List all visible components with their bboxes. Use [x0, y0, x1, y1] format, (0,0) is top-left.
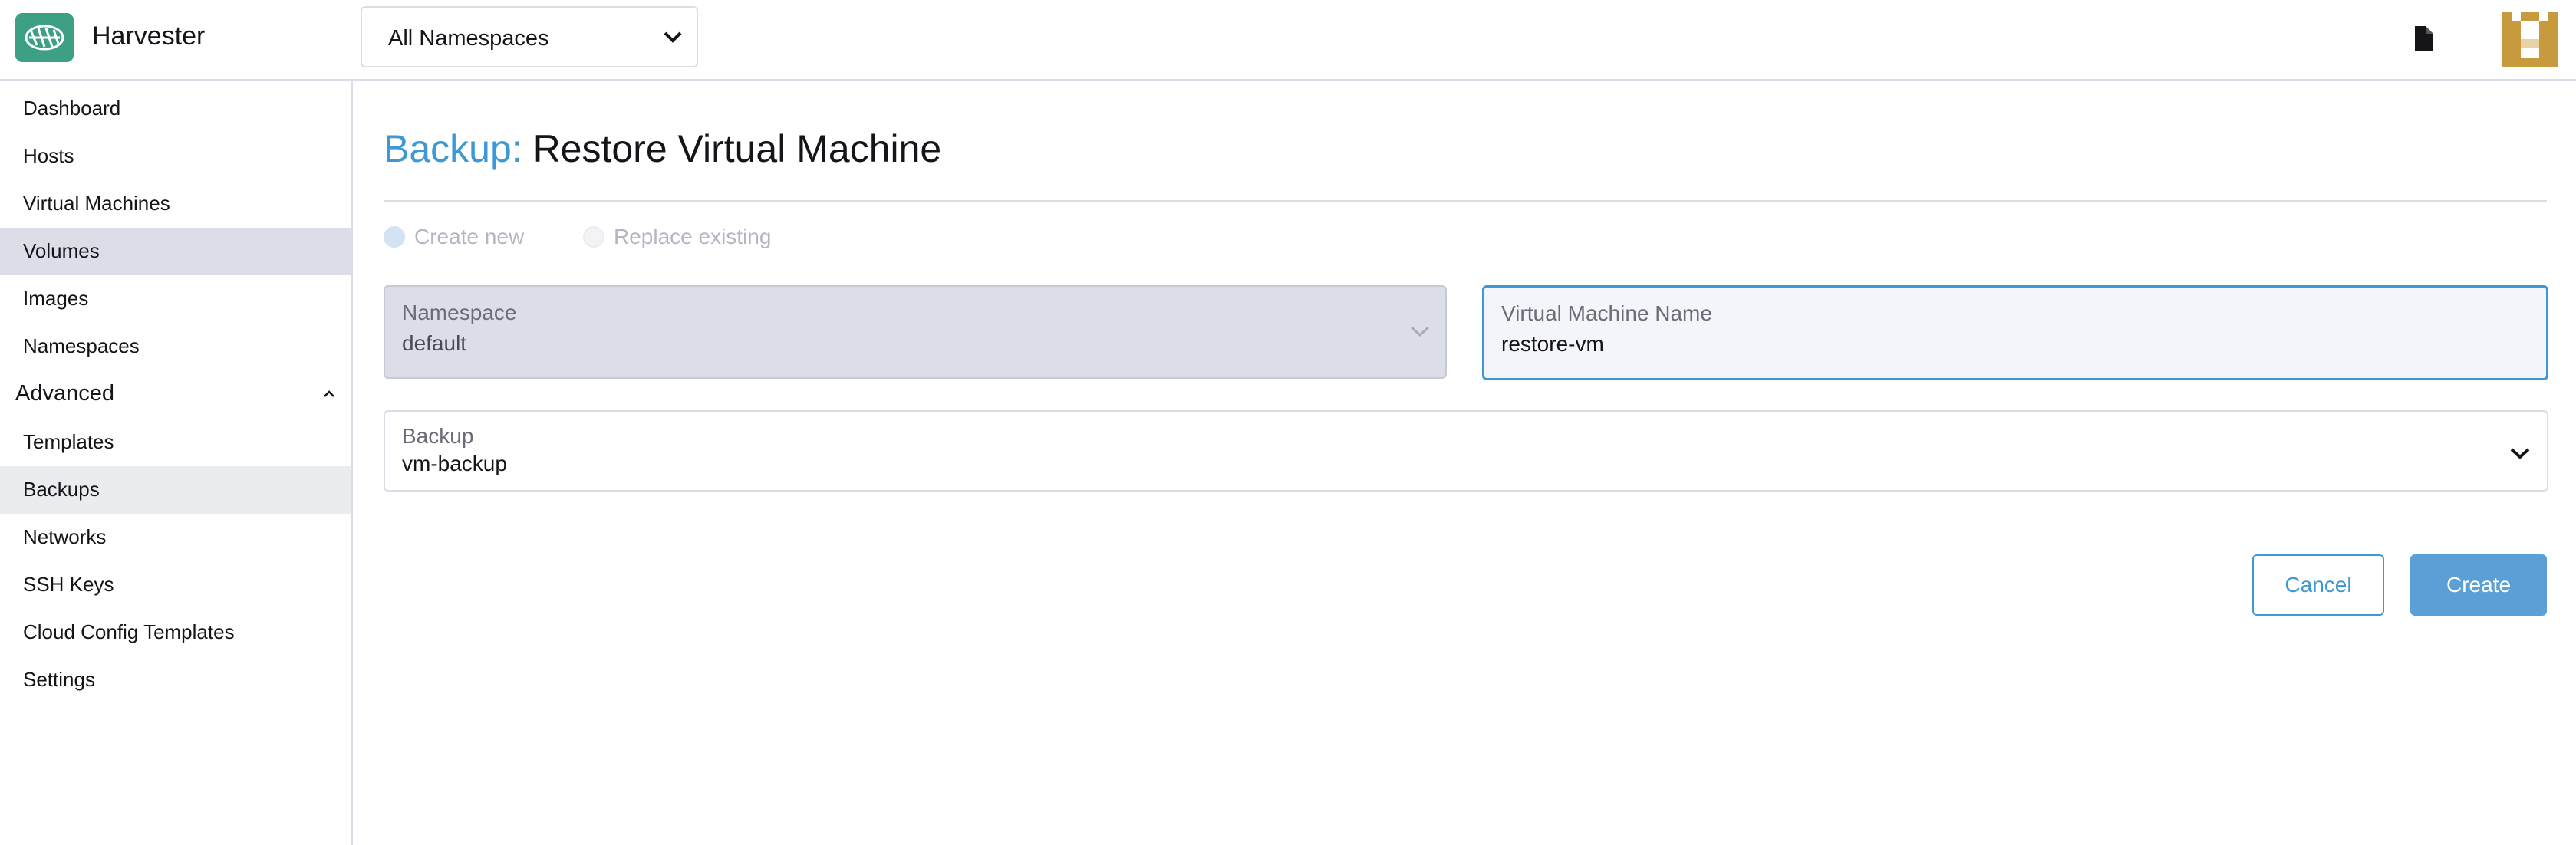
field-value: vm-backup [402, 452, 507, 475]
namespace-select-value: All Namespaces [388, 26, 549, 51]
sidebar-item-virtual-machines[interactable]: Virtual Machines [0, 180, 351, 228]
page-title-text: Restore Virtual Machine [522, 127, 942, 170]
sidebar-item-label: Hosts [23, 144, 74, 167]
sidebar-item-label: Cloud Config Templates [23, 620, 235, 643]
radio-label: Replace existing [614, 225, 772, 248]
vm-name-input[interactable]: restore-vm [1501, 332, 1604, 357]
sidebar-item-label: Backups [23, 478, 100, 501]
sidebar-item-backups[interactable]: Backups [0, 466, 351, 514]
chevron-down-icon [2510, 448, 2530, 459]
radio-unselected-icon [583, 226, 604, 248]
field-value: default [402, 331, 467, 355]
main-content: Backup: Restore Virtual Machine Create n… [354, 81, 2576, 845]
vm-name-field[interactable]: Virtual Machine Name restore-vm [1482, 285, 2548, 380]
sidebar-item-label: Settings [23, 668, 95, 691]
user-avatar-icon[interactable] [2502, 12, 2558, 67]
sidebar-item-label: Volumes [23, 239, 100, 262]
sidebar-item-label: Images [23, 287, 89, 310]
harvester-logo-icon[interactable] [15, 13, 74, 62]
field-label: Virtual Machine Name [1501, 301, 1712, 325]
sidebar-group-label: Advanced [15, 381, 114, 406]
sidebar-item-label: SSH Keys [23, 573, 114, 596]
chevron-down-icon [664, 31, 682, 43]
divider [384, 200, 2547, 202]
page-title: Backup: Restore Virtual Machine [384, 127, 941, 171]
top-header: Harvester All Namespaces [0, 0, 2576, 81]
document-icon[interactable] [2413, 26, 2433, 51]
sidebar-group-advanced[interactable]: Advanced [0, 371, 351, 419]
sidebar-item-networks[interactable]: Networks [0, 514, 351, 561]
radio-replace-existing[interactable]: Replace existing [583, 222, 771, 252]
sidebar-item-volumes[interactable]: Volumes [0, 228, 351, 275]
sidebar-item-label: Virtual Machines [23, 192, 170, 215]
field-label: Namespace [402, 301, 517, 324]
sidebar-item-hosts[interactable]: Hosts [0, 133, 351, 180]
cancel-button[interactable]: Cancel [2252, 554, 2384, 616]
namespace-select-field[interactable]: Namespace default [384, 285, 1447, 379]
backup-select-field[interactable]: Backup vm-backup [384, 410, 2548, 492]
radio-selected-icon [384, 226, 405, 248]
sidebar-item-label: Dashboard [23, 97, 121, 120]
sidebar-item-dashboard[interactable]: Dashboard [0, 85, 351, 133]
page-title-prefix[interactable]: Backup: [384, 127, 522, 170]
sidebar-item-ssh-keys[interactable]: SSH Keys [0, 561, 351, 609]
sidebar: Dashboard Hosts Virtual Machines Volumes… [0, 81, 353, 845]
sidebar-item-label: Templates [23, 430, 114, 453]
sidebar-item-namespaces[interactable]: Namespaces [0, 323, 351, 370]
chevron-up-icon [324, 390, 334, 397]
radio-create-new[interactable]: Create new [384, 222, 524, 252]
chevron-down-icon [1410, 326, 1430, 337]
sidebar-item-label: Namespaces [23, 334, 140, 357]
radio-label: Create new [414, 225, 525, 248]
field-label: Backup [402, 424, 474, 448]
sidebar-item-templates[interactable]: Templates [0, 419, 351, 466]
namespace-select[interactable]: All Namespaces [361, 6, 698, 67]
sidebar-item-settings[interactable]: Settings [0, 656, 351, 704]
sidebar-item-cloud-config-templates[interactable]: Cloud Config Templates [0, 609, 351, 656]
sidebar-item-label: Networks [23, 525, 107, 548]
app-name: Harvester [92, 21, 206, 51]
sidebar-item-images[interactable]: Images [0, 275, 351, 323]
create-button[interactable]: Create [2410, 554, 2547, 616]
